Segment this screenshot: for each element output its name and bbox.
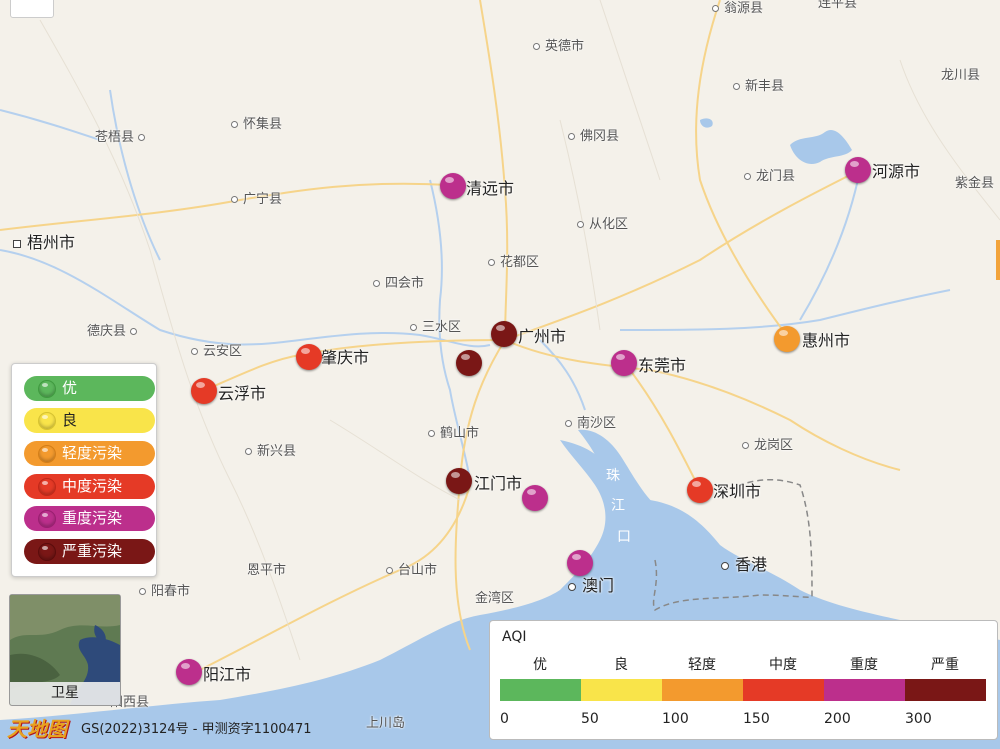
side-tab[interactable] [996, 240, 1000, 280]
place-label-hongkong: 香港 [721, 557, 767, 573]
place-label: 鹤山市 [428, 427, 479, 440]
legend-ball-icon [38, 445, 56, 463]
aqi-level-label: 良 [614, 657, 628, 673]
aqi-legend: 优 良 轻度污染 中度污染 重度污染 严重污染 [11, 363, 157, 577]
aqi-marker-dongguan[interactable] [611, 350, 637, 376]
legend-item-medium[interactable]: 中度污染 [24, 474, 155, 499]
legend-ball-icon [38, 510, 56, 528]
place-label: 上川岛 [366, 716, 406, 731]
place-label: 恩平市 [247, 563, 287, 578]
legend-item-good[interactable]: 优 [24, 376, 155, 401]
aqi-tick-label: 100 [662, 711, 689, 727]
aqi-marker-yangjiang[interactable] [176, 659, 202, 685]
legend-ball-icon [38, 478, 56, 496]
aqi-tick-label: 300 [905, 711, 932, 727]
aqi-marker-jiangmen[interactable] [446, 468, 472, 494]
aqi-marker-yunfu[interactable] [191, 378, 217, 404]
aqi-bar-segment [662, 679, 743, 701]
place-label: 紫金县 [955, 176, 995, 191]
aqi-level-label: 严重 [931, 657, 959, 673]
city-label-yunfu: 云浮市 [218, 384, 267, 403]
aqi-bar-segment [581, 679, 662, 701]
city-label-huizhou: 惠州市 [802, 331, 851, 350]
place-label: 台山市 [386, 564, 437, 577]
zoom-control[interactable] [10, 0, 54, 18]
aqi-level-label: 中度 [769, 657, 797, 673]
place-label: 新丰县 [733, 80, 784, 93]
place-label: 金湾区 [475, 591, 515, 606]
satellite-label: 卫星 [10, 682, 120, 705]
legend-ball-icon [38, 380, 56, 398]
aqi-level-label: 重度 [850, 657, 878, 673]
aqi-scale-panel: AQI 优 良 轻度 中度 重度 严重 0 50 100 150 200 300 [489, 620, 998, 740]
river-label-char: 口 [617, 529, 631, 545]
aqi-bar-segment [743, 679, 824, 701]
city-label-dongguan: 东莞市 [638, 356, 687, 375]
city-label-heyuan: 河源市 [872, 162, 921, 181]
place-label: 苍梧县 [95, 131, 150, 144]
place-label: 四会市 [373, 277, 424, 290]
legend-item-light[interactable]: 轻度污染 [24, 441, 155, 466]
aqi-tick-label: 150 [743, 711, 770, 727]
city-label-guangzhou: 广州市 [518, 327, 567, 346]
aqi-marker-shenzhen[interactable] [687, 477, 713, 503]
legend-ball-icon [38, 412, 56, 430]
place-label: 新兴县 [245, 445, 296, 458]
place-label: 阳春市 [139, 585, 190, 598]
place-label: 龙川县 [941, 68, 981, 83]
aqi-marker-heyuan[interactable] [845, 157, 871, 183]
aqi-bar-segment [905, 679, 986, 701]
city-label-zhaoqing: 肇庆市 [321, 348, 370, 367]
place-label: 龙门县 [744, 170, 795, 183]
aqi-tick-label: 50 [581, 711, 599, 727]
place-label: 怀集县 [231, 118, 282, 131]
aqi-tick-label: 0 [500, 711, 509, 727]
place-label: 广宁县 [231, 193, 282, 206]
place-label: 佛冈县 [568, 130, 619, 143]
aqi-marker-macau[interactable] [567, 550, 593, 576]
aqi-marker-zhaoqing[interactable] [296, 344, 322, 370]
city-label-yangjiang: 阳江市 [203, 665, 252, 684]
place-label: 翁源县 [712, 2, 763, 15]
aqi-marker-qingyuan[interactable] [440, 173, 466, 199]
place-label: 云安区 [191, 345, 242, 358]
legend-item-severe[interactable]: 严重污染 [24, 539, 155, 564]
aqi-marker-guangzhou[interactable] [491, 321, 517, 347]
city-label-shenzhen: 深圳市 [713, 482, 762, 501]
place-label: 三水区 [410, 321, 461, 334]
legend-ball-icon [38, 543, 56, 561]
river-label-char: 江 [611, 498, 625, 514]
place-label: 英德市 [533, 40, 584, 53]
brand-logo: 天地图 [7, 717, 67, 741]
aqi-tick-label: 200 [824, 711, 851, 727]
legend-item-heavy[interactable]: 重度污染 [24, 506, 155, 531]
legend-item-moderate[interactable]: 良 [24, 408, 155, 433]
aqi-level-label: 轻度 [688, 657, 716, 673]
city-label-jiangmen: 江门市 [474, 474, 523, 493]
copyright-text: GS(2022)3124号 - 甲测资字1100471 [81, 722, 312, 737]
satellite-toggle[interactable]: 卫星 [9, 594, 121, 706]
aqi-bar-segment [824, 679, 905, 701]
river-label-char: 珠 [606, 468, 620, 484]
place-label: 德庆县 [87, 325, 142, 338]
city-label-macau: 澳门 [568, 578, 614, 594]
city-label-wuzhou: 梧州市 [13, 235, 75, 251]
place-label: 从化区 [577, 218, 628, 231]
aqi-scale-title: AQI [502, 629, 527, 645]
aqi-marker-zhongshan[interactable] [522, 485, 548, 511]
place-label: 花都区 [488, 256, 539, 269]
aqi-level-label: 优 [533, 657, 547, 673]
aqi-marker-foshan[interactable] [456, 350, 482, 376]
city-label-qingyuan: 清远市 [466, 179, 515, 198]
place-label: 龙岗区 [742, 439, 793, 452]
place-label: 南沙区 [565, 417, 616, 430]
aqi-bar-segment [500, 679, 581, 701]
place-label: 连平县 [818, 0, 858, 11]
aqi-marker-huizhou[interactable] [774, 326, 800, 352]
